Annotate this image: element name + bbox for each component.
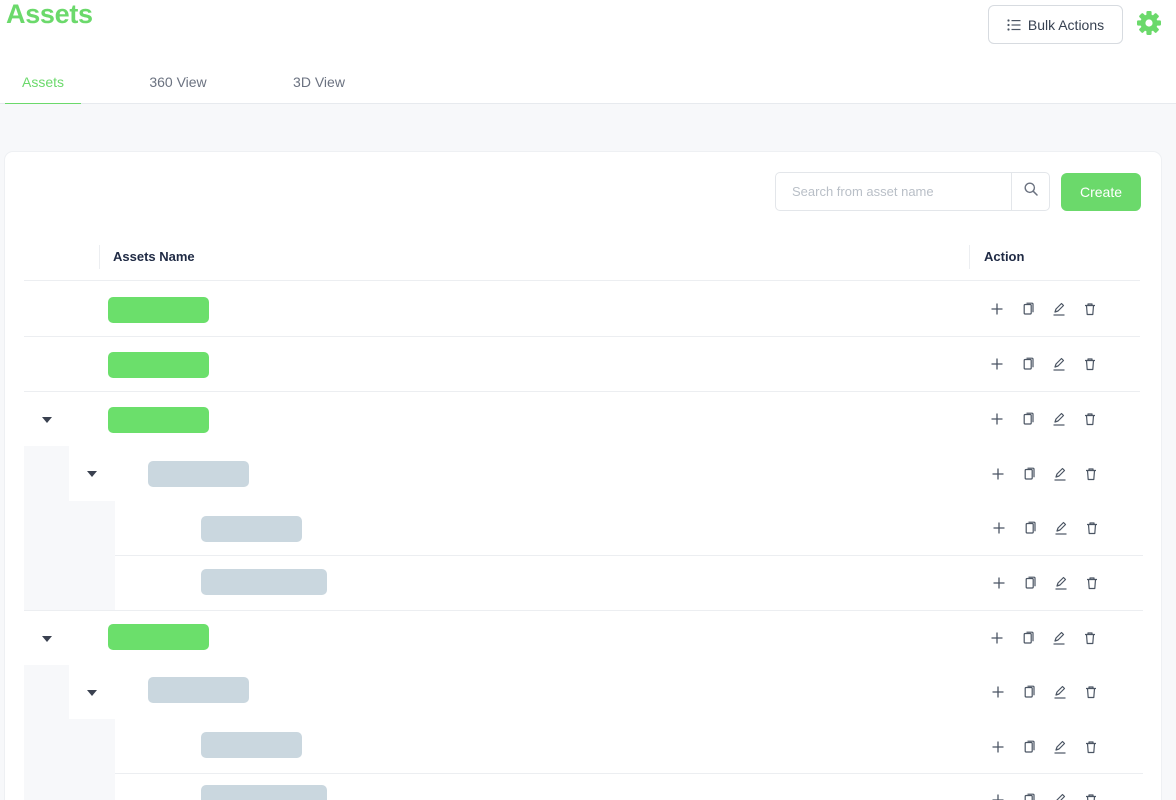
edit-icon[interactable]	[1051, 630, 1067, 646]
edit-icon[interactable]	[1053, 520, 1069, 536]
copy-icon[interactable]	[1021, 792, 1037, 800]
edit-icon[interactable]	[1052, 739, 1068, 755]
tree-indent	[69, 501, 115, 610]
asset-name-placeholder[interactable]	[108, 297, 209, 323]
search-box	[775, 172, 1050, 211]
column-divider	[969, 245, 970, 269]
delete-icon[interactable]	[1083, 739, 1099, 755]
delete-icon[interactable]	[1082, 301, 1098, 317]
row-divider	[24, 610, 1143, 611]
delete-icon[interactable]	[1084, 575, 1100, 591]
copy-icon[interactable]	[1021, 739, 1037, 755]
row-divider	[115, 773, 1143, 774]
page-title: Assets	[6, 0, 93, 29]
column-divider	[99, 245, 100, 269]
search-input[interactable]	[776, 173, 1011, 210]
tree-indent	[24, 446, 69, 610]
plus-icon[interactable]	[990, 739, 1006, 755]
asset-name-placeholder[interactable]	[201, 785, 327, 800]
copy-icon[interactable]	[1021, 684, 1037, 700]
plus-icon[interactable]	[991, 575, 1007, 591]
header-divider	[24, 280, 1140, 281]
delete-icon[interactable]	[1082, 630, 1098, 646]
plus-icon[interactable]	[989, 630, 1005, 646]
search-icon	[1024, 182, 1038, 201]
asset-name-placeholder[interactable]	[108, 407, 209, 433]
tab-bar: Assets 360 View 3D View	[0, 60, 1176, 105]
tab-3d-view[interactable]: 3D View	[280, 60, 358, 104]
copy-icon[interactable]	[1022, 575, 1038, 591]
expand-caret[interactable]	[87, 471, 97, 477]
plus-icon[interactable]	[990, 684, 1006, 700]
asset-name-placeholder[interactable]	[201, 569, 327, 595]
column-header-assets-name[interactable]: Assets Name	[113, 249, 195, 264]
plus-icon[interactable]	[989, 301, 1005, 317]
tab-360-view[interactable]: 360 View	[140, 60, 216, 104]
copy-icon[interactable]	[1020, 301, 1036, 317]
copy-icon[interactable]	[1020, 630, 1036, 646]
copy-icon[interactable]	[1020, 411, 1036, 427]
tab-assets[interactable]: Assets	[5, 60, 81, 105]
asset-name-placeholder[interactable]	[201, 516, 302, 542]
asset-name-placeholder[interactable]	[201, 732, 302, 758]
delete-icon[interactable]	[1083, 466, 1099, 482]
edit-icon[interactable]	[1051, 356, 1067, 372]
edit-icon[interactable]	[1052, 466, 1068, 482]
edit-icon[interactable]	[1053, 575, 1069, 591]
expand-caret[interactable]	[42, 417, 52, 423]
asset-name-placeholder[interactable]	[108, 624, 209, 650]
plus-icon[interactable]	[990, 792, 1006, 800]
plus-icon[interactable]	[989, 356, 1005, 372]
delete-icon[interactable]	[1083, 684, 1099, 700]
asset-name-placeholder[interactable]	[108, 352, 209, 378]
list-icon	[1007, 18, 1021, 31]
search-button[interactable]	[1011, 173, 1049, 210]
delete-icon[interactable]	[1082, 411, 1098, 427]
column-header-action: Action	[984, 249, 1025, 264]
gear-icon[interactable]	[1136, 10, 1162, 36]
row-divider	[115, 555, 1143, 556]
expand-caret[interactable]	[42, 636, 52, 642]
create-button[interactable]: Create	[1061, 173, 1141, 211]
delete-icon[interactable]	[1082, 356, 1098, 372]
asset-name-placeholder[interactable]	[148, 461, 249, 487]
copy-icon[interactable]	[1022, 520, 1038, 536]
plus-icon[interactable]	[991, 520, 1007, 536]
plus-icon[interactable]	[989, 411, 1005, 427]
asset-name-placeholder[interactable]	[148, 677, 249, 703]
expand-caret[interactable]	[87, 690, 97, 696]
bulk-actions-label: Bulk Actions	[1027, 16, 1105, 33]
row-divider	[24, 391, 1140, 392]
edit-icon[interactable]	[1051, 411, 1067, 427]
tree-indent	[69, 719, 115, 800]
copy-icon[interactable]	[1020, 356, 1036, 372]
row-divider	[24, 336, 1140, 337]
tree-indent	[24, 665, 69, 800]
plus-icon[interactable]	[990, 466, 1006, 482]
delete-icon[interactable]	[1084, 520, 1100, 536]
delete-icon[interactable]	[1083, 792, 1099, 800]
edit-icon[interactable]	[1052, 792, 1068, 800]
edit-icon[interactable]	[1052, 684, 1068, 700]
edit-icon[interactable]	[1051, 301, 1067, 317]
bulk-actions-button[interactable]: Bulk Actions	[988, 5, 1123, 44]
copy-icon[interactable]	[1021, 466, 1037, 482]
